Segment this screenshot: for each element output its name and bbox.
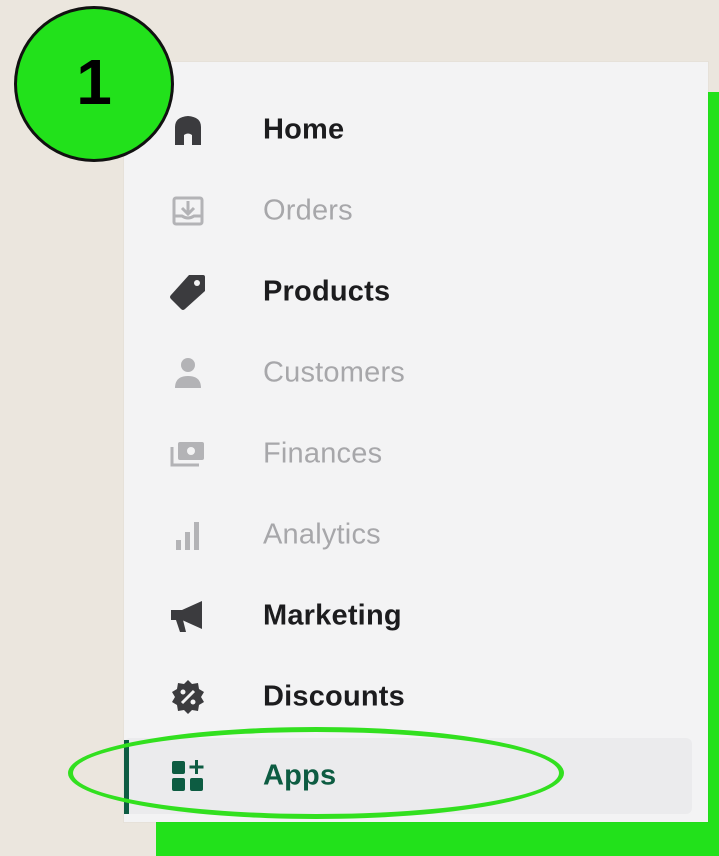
sidebar-item-orders[interactable]: Orders	[124, 181, 694, 241]
bar-chart-icon	[168, 515, 208, 555]
sidebar-item-finances[interactable]: Finances	[124, 424, 694, 484]
sidebar-item-marketing[interactable]: Marketing	[124, 586, 694, 646]
sidebar-item-analytics[interactable]: Analytics	[124, 505, 694, 565]
sidebar-item-customers[interactable]: Customers	[124, 343, 694, 403]
sidebar-item-label: Customers	[263, 356, 405, 389]
finances-icon	[168, 434, 208, 474]
step-number: 1	[76, 46, 112, 118]
sidebar-item-products[interactable]: Products	[124, 262, 694, 322]
person-icon	[168, 353, 208, 393]
tag-icon	[168, 272, 208, 312]
discount-badge-icon	[168, 677, 208, 717]
sidebar-item-label: Home	[263, 113, 345, 146]
orders-icon	[168, 191, 208, 231]
sidebar-item-label: Products	[263, 275, 391, 308]
sidebar-item-label: Marketing	[263, 599, 402, 632]
megaphone-icon	[168, 596, 208, 636]
apps-highlight-ellipse	[68, 727, 564, 819]
home-icon	[168, 110, 208, 150]
sidebar-item-label: Discounts	[263, 680, 405, 713]
step-number-badge: 1	[14, 6, 174, 162]
highlight-frame-right	[708, 92, 719, 837]
sidebar-item-label: Analytics	[263, 518, 381, 551]
sidebar-item-label: Finances	[263, 437, 383, 470]
sidebar-item-discounts[interactable]: Discounts	[124, 667, 694, 727]
highlight-frame-bottom	[156, 822, 719, 856]
sidebar-item-label: Orders	[263, 194, 353, 227]
sidebar-item-home[interactable]: Home	[124, 100, 694, 160]
